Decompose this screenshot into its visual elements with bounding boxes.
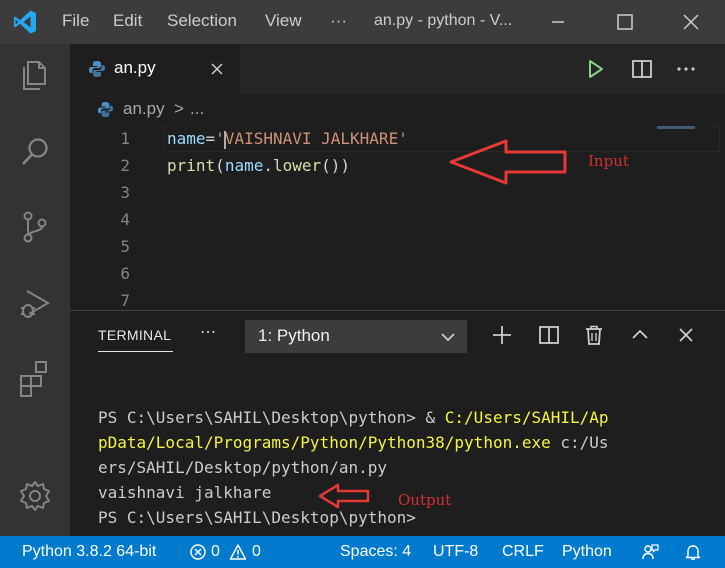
explorer-files-icon[interactable] bbox=[15, 56, 55, 96]
menu-selection[interactable]: Selection bbox=[167, 11, 237, 31]
output-arrow-annotation bbox=[318, 483, 370, 509]
tab-terminal[interactable]: TERMINAL bbox=[98, 327, 171, 343]
line-number: 1 bbox=[120, 129, 130, 148]
menu-edit[interactable]: Edit bbox=[113, 11, 142, 31]
line-number: 4 bbox=[120, 210, 130, 229]
python-file-icon bbox=[97, 101, 114, 118]
split-editor-icon[interactable] bbox=[630, 57, 654, 81]
input-arrow-annotation bbox=[449, 139, 567, 185]
terminal-line-3: ers/SAHIL/Desktop/python/an.py bbox=[98, 458, 387, 477]
chevron-down-icon bbox=[441, 333, 455, 342]
text-cursor bbox=[224, 131, 226, 149]
kill-terminal-trash-icon[interactable] bbox=[582, 323, 606, 347]
code-token: 'VAISHNAVI JALKHARE' bbox=[215, 129, 408, 148]
status-errors[interactable]: 0 bbox=[211, 543, 220, 561]
code-line-2: print(name.lower()) bbox=[167, 156, 350, 175]
status-bar: Python 3.8.2 64-bit 0 0 Spaces: 4 UTF-8 … bbox=[0, 536, 725, 568]
terminal-command-path: C:/Users/SAHIL/Ap bbox=[444, 408, 609, 427]
terminal-output-line: vaishnavi jalkhare bbox=[98, 483, 272, 502]
terminal-prompt-line: PS C:\Users\SAHIL\Desktop\python> bbox=[98, 508, 416, 527]
menu-more[interactable]: ··· bbox=[330, 11, 347, 31]
menu-view[interactable]: View bbox=[265, 11, 302, 31]
close-window-icon[interactable] bbox=[668, 0, 714, 44]
terminal-command-path: pData/Local/Programs/Python/Python38/pyt… bbox=[98, 433, 551, 452]
status-indentation[interactable]: Spaces: 4 bbox=[340, 543, 411, 561]
minimize-icon[interactable] bbox=[535, 0, 581, 44]
line-number: 5 bbox=[120, 237, 130, 256]
code-token: ( bbox=[215, 156, 225, 175]
breadcrumb-separator: > bbox=[174, 99, 184, 118]
activity-bar bbox=[0, 44, 70, 536]
menu-file[interactable]: File bbox=[62, 11, 89, 31]
output-annotation-label: Output bbox=[398, 491, 452, 509]
warning-icon[interactable] bbox=[229, 543, 247, 561]
terminal-prompt: PS C:\Users\SAHIL\Desktop\python> bbox=[98, 408, 426, 427]
status-encoding[interactable]: UTF-8 bbox=[433, 543, 478, 561]
terminal-line-1: PS C:\Users\SAHIL\Desktop\python> & C:/U… bbox=[98, 408, 609, 427]
more-actions-icon[interactable] bbox=[674, 57, 698, 81]
code-editor[interactable]: 1 2 3 4 5 6 7 name='VAISHNAVI JALKHARE' … bbox=[70, 126, 725, 310]
terminal-arg: c:/Us bbox=[550, 433, 609, 452]
terminal-select-value: 1: Python bbox=[258, 326, 330, 345]
code-token: = bbox=[205, 129, 216, 148]
source-control-icon[interactable] bbox=[15, 207, 55, 247]
editor-tab-bar: an.py bbox=[70, 44, 725, 94]
python-file-icon bbox=[89, 61, 105, 77]
run-python-file-icon[interactable] bbox=[583, 57, 607, 81]
search-icon[interactable] bbox=[15, 132, 55, 172]
line-number: 7 bbox=[120, 291, 130, 310]
split-terminal-icon[interactable] bbox=[537, 323, 561, 347]
title-bar: File Edit Selection View ··· an.py - pyt… bbox=[0, 0, 725, 44]
code-token: name bbox=[167, 129, 206, 148]
code-line-1: name='VAISHNAVI JALKHARE' bbox=[167, 129, 408, 148]
code-token: lower bbox=[272, 156, 322, 175]
error-icon[interactable] bbox=[189, 543, 207, 561]
code-token: ()) bbox=[321, 156, 351, 175]
notifications-bell-icon[interactable] bbox=[684, 543, 702, 561]
maximize-panel-chevron-up-icon[interactable] bbox=[628, 323, 652, 347]
input-annotation-label: Input bbox=[588, 152, 629, 170]
terminal-panel: TERMINAL ··· 1: Python PS C:\Users\SAHIL… bbox=[70, 310, 725, 536]
status-eol[interactable]: CRLF bbox=[502, 543, 544, 561]
new-terminal-plus-icon[interactable] bbox=[490, 323, 514, 347]
window-title: an.py - python - V... bbox=[374, 12, 513, 29]
terminal-select[interactable]: 1: Python bbox=[245, 320, 467, 353]
breadcrumb-file[interactable]: an.py bbox=[123, 99, 165, 119]
run-debug-icon[interactable] bbox=[15, 284, 55, 324]
minimap[interactable] bbox=[657, 126, 695, 129]
close-tab-icon[interactable] bbox=[207, 59, 227, 79]
code-token: name bbox=[224, 156, 264, 175]
breadcrumb-more[interactable]: ... bbox=[190, 99, 204, 119]
close-panel-icon[interactable] bbox=[674, 323, 698, 347]
line-number: 2 bbox=[120, 156, 130, 175]
breadcrumb: an.py > ... bbox=[70, 94, 725, 126]
terminal-amp: & bbox=[425, 408, 445, 427]
tab-an-py[interactable]: an.py bbox=[70, 44, 240, 94]
line-number: 6 bbox=[120, 264, 130, 283]
status-interpreter[interactable]: Python 3.8.2 64-bit bbox=[22, 543, 156, 561]
feedback-person-icon[interactable] bbox=[641, 543, 659, 561]
active-tab-indicator bbox=[98, 351, 173, 352]
extensions-icon[interactable] bbox=[15, 358, 55, 398]
maximize-icon[interactable] bbox=[602, 0, 648, 44]
settings-gear-icon[interactable] bbox=[15, 476, 55, 516]
status-warnings[interactable]: 0 bbox=[252, 543, 261, 561]
code-token: . bbox=[263, 156, 273, 175]
vscode-logo-icon[interactable] bbox=[12, 9, 38, 35]
line-number: 3 bbox=[120, 183, 130, 202]
code-token: print bbox=[167, 156, 216, 175]
status-language[interactable]: Python bbox=[562, 543, 612, 561]
panel-more-views[interactable]: ··· bbox=[200, 323, 216, 343]
tab-label: an.py bbox=[114, 58, 156, 77]
terminal-line-2: pData/Local/Programs/Python/Python38/pyt… bbox=[98, 433, 609, 452]
